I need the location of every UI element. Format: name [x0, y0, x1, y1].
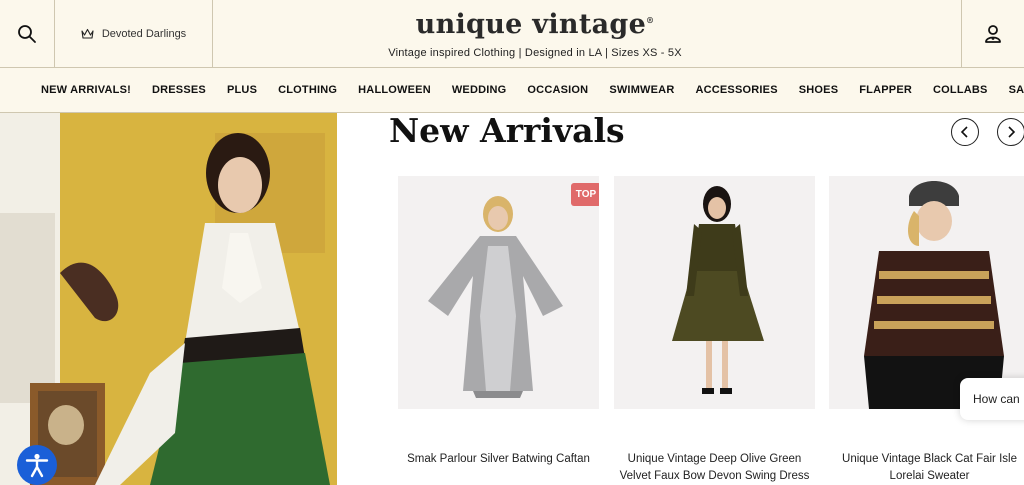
- top-badge: TOP: [571, 183, 599, 206]
- nav-item[interactable]: SHOES: [799, 84, 839, 96]
- registered-mark: ®: [646, 15, 655, 25]
- carousel-prev-button[interactable]: [951, 118, 979, 146]
- product-card[interactable]: Unique Vintage Deep Olive Green Velvet F…: [614, 176, 815, 485]
- product-illustration: [428, 196, 563, 398]
- hero-image[interactable]: [0, 113, 337, 485]
- section-title: New Arrivals: [389, 111, 625, 150]
- nav-item[interactable]: ACCESSORIES: [695, 84, 777, 96]
- accessibility-icon: [25, 453, 49, 478]
- search-button[interactable]: [0, 0, 55, 67]
- crown-icon: [81, 28, 94, 39]
- chevron-left-icon: [960, 126, 968, 138]
- product-card[interactable]: TOP Smak Parlour Silver Batwing Caftan: [398, 176, 599, 468]
- accessibility-button[interactable]: [17, 445, 57, 485]
- nav-item[interactable]: DRESSES: [152, 84, 206, 96]
- logo-text: unique vintage: [415, 9, 647, 40]
- chat-widget[interactable]: How can: [960, 378, 1024, 420]
- loyalty-link[interactable]: Devoted Darlings: [55, 0, 213, 67]
- nav-item[interactable]: SWIMWEAR: [609, 84, 674, 96]
- product-name[interactable]: Unique Vintage Black Cat Fair Isle Lorel…: [829, 451, 1024, 485]
- brand-block: unique vintage® Vintage inspired Clothin…: [380, 4, 690, 59]
- product-card[interactable]: Unique Vintage Black Cat Fair Isle Lorel…: [829, 176, 1024, 485]
- nav-item[interactable]: COLLABS: [933, 84, 988, 96]
- search-icon: [18, 24, 36, 43]
- hero-illustration: [0, 113, 337, 485]
- product-image[interactable]: [614, 176, 815, 409]
- chevron-right-icon: [1008, 126, 1016, 138]
- tagline: Vintage inspired Clothing | Designed in …: [388, 47, 682, 59]
- product-name[interactable]: Smak Parlour Silver Batwing Caftan: [398, 451, 599, 468]
- product-illustration: [864, 181, 1004, 409]
- nav-item[interactable]: CLOTHING: [278, 84, 337, 96]
- product-image[interactable]: [829, 176, 1024, 409]
- product-illustration: [672, 186, 764, 394]
- nav-list: NEW ARRIVALS! DRESSES PLUS CLOTHING HALLOWEE…: [41, 68, 1024, 112]
- chat-label: How can: [973, 392, 1020, 406]
- product-name[interactable]: Unique Vintage Deep Olive Green Velvet F…: [614, 451, 815, 485]
- main-nav: NEW ARRIVALS! DRESSES PLUS CLOTHING HALLOWEE…: [0, 68, 1024, 113]
- site-logo[interactable]: unique vintage®: [380, 4, 690, 41]
- nav-item[interactable]: PLUS: [227, 84, 257, 96]
- carousel-next-button[interactable]: [997, 118, 1024, 146]
- nav-item[interactable]: FLAPPER: [859, 84, 912, 96]
- nav-item[interactable]: HALLOWEEN: [358, 84, 431, 96]
- site-header: Devoted Darlings unique vintage® Vintage…: [0, 0, 1024, 68]
- account-icon: [985, 24, 1001, 43]
- loyalty-label: Devoted Darlings: [101, 27, 187, 40]
- nav-item[interactable]: SALE: [1009, 84, 1024, 96]
- nav-item[interactable]: OCCASION: [527, 84, 588, 96]
- nav-item[interactable]: NEW ARRIVALS!: [41, 84, 131, 96]
- nav-item[interactable]: WEDDING: [452, 84, 507, 96]
- product-image[interactable]: TOP: [398, 176, 599, 409]
- account-button[interactable]: [961, 0, 1024, 67]
